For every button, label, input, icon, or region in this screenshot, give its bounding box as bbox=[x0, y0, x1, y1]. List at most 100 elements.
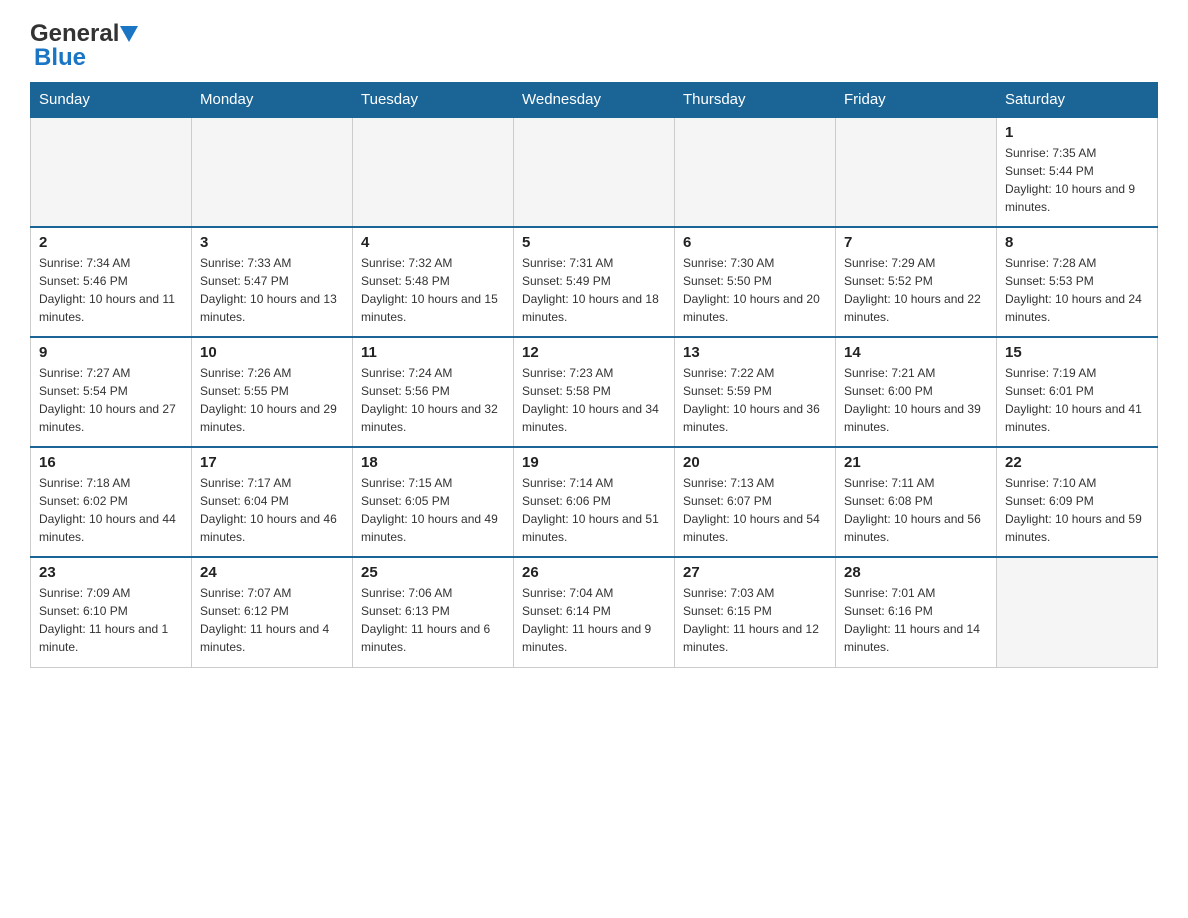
day-info: Sunrise: 7:34 AM Sunset: 5:46 PM Dayligh… bbox=[39, 254, 183, 326]
calendar-week-row: 23 Sunrise: 7:09 AM Sunset: 6:10 PM Dayli… bbox=[31, 557, 1158, 667]
day-info: Sunrise: 7:11 AM Sunset: 6:08 PM Dayligh… bbox=[844, 474, 988, 546]
calendar-cell: 28 Sunrise: 7:01 AM Sunset: 6:16 PM Dayli… bbox=[836, 557, 997, 667]
day-info: Sunrise: 7:13 AM Sunset: 6:07 PM Dayligh… bbox=[683, 474, 827, 546]
day-info: Sunrise: 7:28 AM Sunset: 5:53 PM Dayligh… bbox=[1005, 254, 1149, 326]
calendar-cell: 24Sunrise: 7:07 AM Sunset: 6:12 PM Dayli… bbox=[192, 557, 353, 667]
calendar-cell: 9 Sunrise: 7:27 AM Sunset: 5:54 PM Daylig… bbox=[31, 337, 192, 447]
day-info: Sunrise: 7:22 AM Sunset: 5:59 PM Dayligh… bbox=[683, 364, 827, 436]
calendar-cell: 10 Sunrise: 7:26 AM Sunset: 5:55 PM Dayli… bbox=[192, 337, 353, 447]
calendar-cell bbox=[353, 117, 514, 227]
day-number: 18 bbox=[361, 454, 505, 471]
day-info: Sunrise: 7:21 AM Sunset: 6:00 PM Dayligh… bbox=[844, 364, 988, 436]
logo-blue-line: Blue bbox=[34, 44, 86, 72]
day-info: Sunrise: 7:03 AM Sunset: 6:15 PM Dayligh… bbox=[683, 584, 827, 656]
day-number: 21 bbox=[844, 454, 988, 471]
calendar-cell bbox=[997, 557, 1158, 667]
day-info: Sunrise: 7:23 AM Sunset: 5:58 PM Dayligh… bbox=[522, 364, 666, 436]
day-number: 2 bbox=[39, 234, 183, 251]
day-number: 4 bbox=[361, 234, 505, 251]
calendar-cell bbox=[31, 117, 192, 227]
calendar-cell: 14 Sunrise: 7:21 AM Sunset: 6:00 PM Dayli… bbox=[836, 337, 997, 447]
day-number: 28 bbox=[844, 564, 988, 581]
calendar-cell: 6 Sunrise: 7:30 AM Sunset: 5:50 PM Daylig… bbox=[675, 227, 836, 337]
day-info: Sunrise: 7:14 AM Sunset: 6:06 PM Dayligh… bbox=[522, 474, 666, 546]
calendar-cell: 18 Sunrise: 7:15 AM Sunset: 6:05 PM Dayli… bbox=[353, 447, 514, 557]
calendar-week-row: 2 Sunrise: 7:34 AM Sunset: 5:46 PM Daylig… bbox=[31, 227, 1158, 337]
logo-triangle-icon bbox=[120, 26, 138, 42]
day-info: Sunrise: 7:18 AM Sunset: 6:02 PM Dayligh… bbox=[39, 474, 183, 546]
logo: General Blue bbox=[30, 20, 139, 72]
day-number: 13 bbox=[683, 344, 827, 361]
calendar-cell: 11 Sunrise: 7:24 AM Sunset: 5:56 PM Dayli… bbox=[353, 337, 514, 447]
calendar-week-row: 9 Sunrise: 7:27 AM Sunset: 5:54 PM Daylig… bbox=[31, 337, 1158, 447]
calendar-week-row: 1 Sunrise: 7:35 AM Sunset: 5:44 PM Daylig… bbox=[31, 117, 1158, 227]
calendar-cell: 12 Sunrise: 7:23 AM Sunset: 5:58 PM Dayli… bbox=[514, 337, 675, 447]
weekday-header-tuesday: Tuesday bbox=[353, 83, 514, 118]
day-number: 11 bbox=[361, 344, 505, 361]
day-number: 1 bbox=[1005, 124, 1149, 141]
weekday-header-thursday: Thursday bbox=[675, 83, 836, 118]
day-number: 5 bbox=[522, 234, 666, 251]
day-info: Sunrise: 7:04 AM Sunset: 6:14 PM Dayligh… bbox=[522, 584, 666, 656]
day-number: 10 bbox=[200, 344, 344, 361]
weekday-header-wednesday: Wednesday bbox=[514, 83, 675, 118]
day-info: Sunrise: 7:32 AM Sunset: 5:48 PM Dayligh… bbox=[361, 254, 505, 326]
calendar-cell: 20 Sunrise: 7:13 AM Sunset: 6:07 PM Dayli… bbox=[675, 447, 836, 557]
day-info: Sunrise: 7:27 AM Sunset: 5:54 PM Dayligh… bbox=[39, 364, 183, 436]
day-info: Sunrise: 7:07 AM Sunset: 6:12 PM Dayligh… bbox=[200, 584, 344, 656]
day-info: Sunrise: 7:06 AM Sunset: 6:13 PM Dayligh… bbox=[361, 584, 505, 656]
day-number: 9 bbox=[39, 344, 183, 361]
day-number: 12 bbox=[522, 344, 666, 361]
day-number: 8 bbox=[1005, 234, 1149, 251]
calendar-cell: 1 Sunrise: 7:35 AM Sunset: 5:44 PM Daylig… bbox=[997, 117, 1158, 227]
weekday-header-monday: Monday bbox=[192, 83, 353, 118]
calendar-table: SundayMondayTuesdayWednesdayThursdayFrid… bbox=[30, 82, 1158, 668]
day-info: Sunrise: 7:15 AM Sunset: 6:05 PM Dayligh… bbox=[361, 474, 505, 546]
day-info: Sunrise: 7:26 AM Sunset: 5:55 PM Dayligh… bbox=[200, 364, 344, 436]
calendar-cell: 5 Sunrise: 7:31 AM Sunset: 5:49 PM Daylig… bbox=[514, 227, 675, 337]
day-number: 26 bbox=[522, 564, 666, 581]
weekday-header-sunday: Sunday bbox=[31, 83, 192, 118]
day-number: 25 bbox=[361, 564, 505, 581]
calendar-cell: 23 Sunrise: 7:09 AM Sunset: 6:10 PM Dayli… bbox=[31, 557, 192, 667]
day-number: 20 bbox=[683, 454, 827, 471]
day-info: Sunrise: 7:01 AM Sunset: 6:16 PM Dayligh… bbox=[844, 584, 988, 656]
calendar-cell: 25 Sunrise: 7:06 AM Sunset: 6:13 PM Dayli… bbox=[353, 557, 514, 667]
day-info: Sunrise: 7:19 AM Sunset: 6:01 PM Dayligh… bbox=[1005, 364, 1149, 436]
page-header: General Blue bbox=[30, 20, 1158, 72]
day-info: Sunrise: 7:30 AM Sunset: 5:50 PM Dayligh… bbox=[683, 254, 827, 326]
day-info: Sunrise: 7:24 AM Sunset: 5:56 PM Dayligh… bbox=[361, 364, 505, 436]
calendar-cell: 7 Sunrise: 7:29 AM Sunset: 5:52 PM Daylig… bbox=[836, 227, 997, 337]
day-info: Sunrise: 7:29 AM Sunset: 5:52 PM Dayligh… bbox=[844, 254, 988, 326]
day-number: 19 bbox=[522, 454, 666, 471]
day-info: Sunrise: 7:35 AM Sunset: 5:44 PM Dayligh… bbox=[1005, 144, 1149, 216]
calendar-cell: 22 Sunrise: 7:10 AM Sunset: 6:09 PM Dayli… bbox=[997, 447, 1158, 557]
calendar-week-row: 16 Sunrise: 7:18 AM Sunset: 6:02 PM Dayli… bbox=[31, 447, 1158, 557]
day-info: Sunrise: 7:17 AM Sunset: 6:04 PM Dayligh… bbox=[200, 474, 344, 546]
calendar-cell: 17Sunrise: 7:17 AM Sunset: 6:04 PM Dayli… bbox=[192, 447, 353, 557]
calendar-cell: 2 Sunrise: 7:34 AM Sunset: 5:46 PM Daylig… bbox=[31, 227, 192, 337]
weekday-header-friday: Friday bbox=[836, 83, 997, 118]
day-number: 15 bbox=[1005, 344, 1149, 361]
calendar-cell bbox=[192, 117, 353, 227]
day-info: Sunrise: 7:10 AM Sunset: 6:09 PM Dayligh… bbox=[1005, 474, 1149, 546]
day-number: 7 bbox=[844, 234, 988, 251]
day-number: 6 bbox=[683, 234, 827, 251]
calendar-cell: 21 Sunrise: 7:11 AM Sunset: 6:08 PM Dayli… bbox=[836, 447, 997, 557]
day-number: 22 bbox=[1005, 454, 1149, 471]
calendar-cell: 4 Sunrise: 7:32 AM Sunset: 5:48 PM Daylig… bbox=[353, 227, 514, 337]
calendar-cell: 15 Sunrise: 7:19 AM Sunset: 6:01 PM Dayli… bbox=[997, 337, 1158, 447]
day-number: 23 bbox=[39, 564, 183, 581]
day-info: Sunrise: 7:31 AM Sunset: 5:49 PM Dayligh… bbox=[522, 254, 666, 326]
calendar-cell: 8 Sunrise: 7:28 AM Sunset: 5:53 PM Daylig… bbox=[997, 227, 1158, 337]
day-number: 16 bbox=[39, 454, 183, 471]
day-info: Sunrise: 7:09 AM Sunset: 6:10 PM Dayligh… bbox=[39, 584, 183, 656]
calendar-cell: 27Sunrise: 7:03 AM Sunset: 6:15 PM Dayli… bbox=[675, 557, 836, 667]
calendar-cell: 26 Sunrise: 7:04 AM Sunset: 6:14 PM Dayli… bbox=[514, 557, 675, 667]
day-number: 14 bbox=[844, 344, 988, 361]
calendar-cell: 16 Sunrise: 7:18 AM Sunset: 6:02 PM Dayli… bbox=[31, 447, 192, 557]
day-info: Sunrise: 7:33 AM Sunset: 5:47 PM Dayligh… bbox=[200, 254, 344, 326]
calendar-cell bbox=[675, 117, 836, 227]
calendar-cell bbox=[836, 117, 997, 227]
calendar-cell: 19 Sunrise: 7:14 AM Sunset: 6:06 PM Dayli… bbox=[514, 447, 675, 557]
